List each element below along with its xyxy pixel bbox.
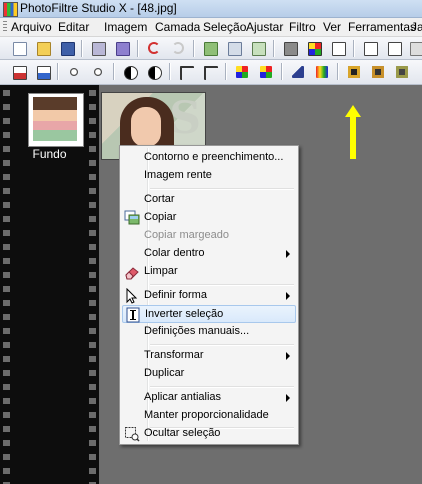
- menu-ver[interactable]: Ver: [323, 20, 341, 34]
- person-button[interactable]: [329, 39, 347, 57]
- menu-item-definicoes-manuais[interactable]: Definições manuais...: [122, 323, 296, 341]
- menu-imagem[interactable]: Imagem: [104, 20, 147, 34]
- brightness-down-button[interactable]: [65, 63, 83, 81]
- cursor-arrow-icon: [126, 288, 138, 304]
- menu-item-manter-proporcionalidade[interactable]: Manter proporcionalidade: [122, 407, 296, 425]
- menu-item-limpar[interactable]: Limpar: [122, 263, 296, 281]
- submenu-arrow-icon: [286, 250, 290, 258]
- invert-selection-icon: [126, 307, 140, 323]
- gamma-up-button[interactable]: [201, 63, 219, 81]
- menu-camada[interactable]: Camada: [155, 20, 200, 34]
- print-button[interactable]: [89, 39, 107, 57]
- app-icon: [3, 2, 18, 17]
- brightness-up-button[interactable]: [89, 63, 107, 81]
- mountain-filter-button[interactable]: [289, 63, 307, 81]
- scan-button[interactable]: [113, 39, 131, 57]
- hide-selection-icon: [125, 427, 140, 442]
- copy-image-icon: [124, 210, 140, 225]
- contrast-up-button[interactable]: [145, 63, 163, 81]
- copy-image-button[interactable]: [225, 39, 243, 57]
- more-button[interactable]: [407, 39, 422, 57]
- undo-button[interactable]: [145, 39, 163, 57]
- layers-filmstrip: Fundo: [0, 85, 99, 484]
- menu-filtro[interactable]: Filtro: [289, 20, 316, 34]
- open-folder-button[interactable]: [34, 39, 52, 57]
- new-file-button[interactable]: [10, 39, 28, 57]
- menu-ajustar[interactable]: Ajustar: [246, 20, 283, 34]
- grayscale-button[interactable]: [281, 39, 299, 57]
- menu-item-duplicar[interactable]: Duplicar: [122, 365, 296, 383]
- menu-item-transformar[interactable]: Transformar: [122, 347, 296, 365]
- selection-context-menu: Contorno e preenchimento... Imagem rente…: [119, 145, 299, 445]
- film-perforation-right: [89, 85, 96, 484]
- effect3-button[interactable]: [393, 63, 411, 81]
- standard-toolbar: [0, 37, 422, 60]
- menu-item-imagem-rente[interactable]: Imagem rente: [122, 167, 296, 185]
- duplicate-button[interactable]: [249, 39, 267, 57]
- saturation-up-button[interactable]: [257, 63, 275, 81]
- layer-thumbnail-image[interactable]: [33, 97, 77, 141]
- menu-item-copiar[interactable]: Copiar: [122, 209, 296, 227]
- save-button[interactable]: [58, 39, 76, 57]
- menu-item-definir-forma[interactable]: Definir forma: [122, 287, 296, 305]
- menu-item-aplicar-antialias[interactable]: Aplicar antialias: [122, 389, 296, 407]
- saturation-down-button[interactable]: [233, 63, 251, 81]
- menu-item-ocultar-selecao[interactable]: Ocultar seleção: [122, 425, 296, 443]
- menu-ferramentas[interactable]: Ferramentas: [348, 20, 416, 34]
- menu-janela[interactable]: Ja: [411, 20, 422, 34]
- palette-button[interactable]: [305, 39, 323, 57]
- contrast-down-button[interactable]: [121, 63, 139, 81]
- menu-item-inverter-selecao[interactable]: Inverter seleção: [122, 305, 296, 323]
- film-perforation-left: [3, 85, 10, 484]
- yellow-arrow-annotation: [345, 105, 361, 159]
- submenu-arrow-icon: [286, 292, 290, 300]
- menu-item-cortar[interactable]: Cortar: [122, 191, 296, 209]
- effect2-button[interactable]: [369, 63, 387, 81]
- menu-arquivo[interactable]: Arquivo: [11, 20, 52, 34]
- exit-button[interactable]: [385, 39, 403, 57]
- menu-item-colar-dentro[interactable]: Colar dentro: [122, 245, 296, 263]
- spectrum-filter-button[interactable]: [313, 63, 331, 81]
- submenu-arrow-icon: [286, 394, 290, 402]
- window-title: PhotoFiltre Studio X - [48.jpg]: [20, 1, 177, 15]
- gamma-down-button[interactable]: [177, 63, 195, 81]
- eraser-icon: [125, 267, 139, 280]
- layer-label: Fundo: [32, 147, 67, 161]
- menu-grip-icon: [3, 21, 7, 33]
- title-bar: PhotoFiltre Studio X - [48.jpg]: [0, 0, 422, 18]
- auto-level-button[interactable]: [10, 63, 28, 81]
- effect1-button[interactable]: [345, 63, 363, 81]
- filter-toolbar: [0, 60, 422, 85]
- redo-button[interactable]: [169, 39, 187, 57]
- menu-selecao[interactable]: Seleção: [203, 20, 246, 34]
- auto-contrast-button[interactable]: [34, 63, 52, 81]
- automate-button[interactable]: [361, 39, 379, 57]
- paste-button[interactable]: [201, 39, 219, 57]
- submenu-arrow-icon: [286, 352, 290, 360]
- menu-item-contorno[interactable]: Contorno e preenchimento...: [122, 149, 296, 167]
- photo-face: [131, 107, 161, 147]
- menu-bar: Arquivo Editar Imagem Camada Seleção Aju…: [0, 18, 422, 37]
- menu-item-copiar-margeado[interactable]: Copiar margeado: [122, 227, 296, 245]
- menu-editar[interactable]: Editar: [58, 20, 89, 34]
